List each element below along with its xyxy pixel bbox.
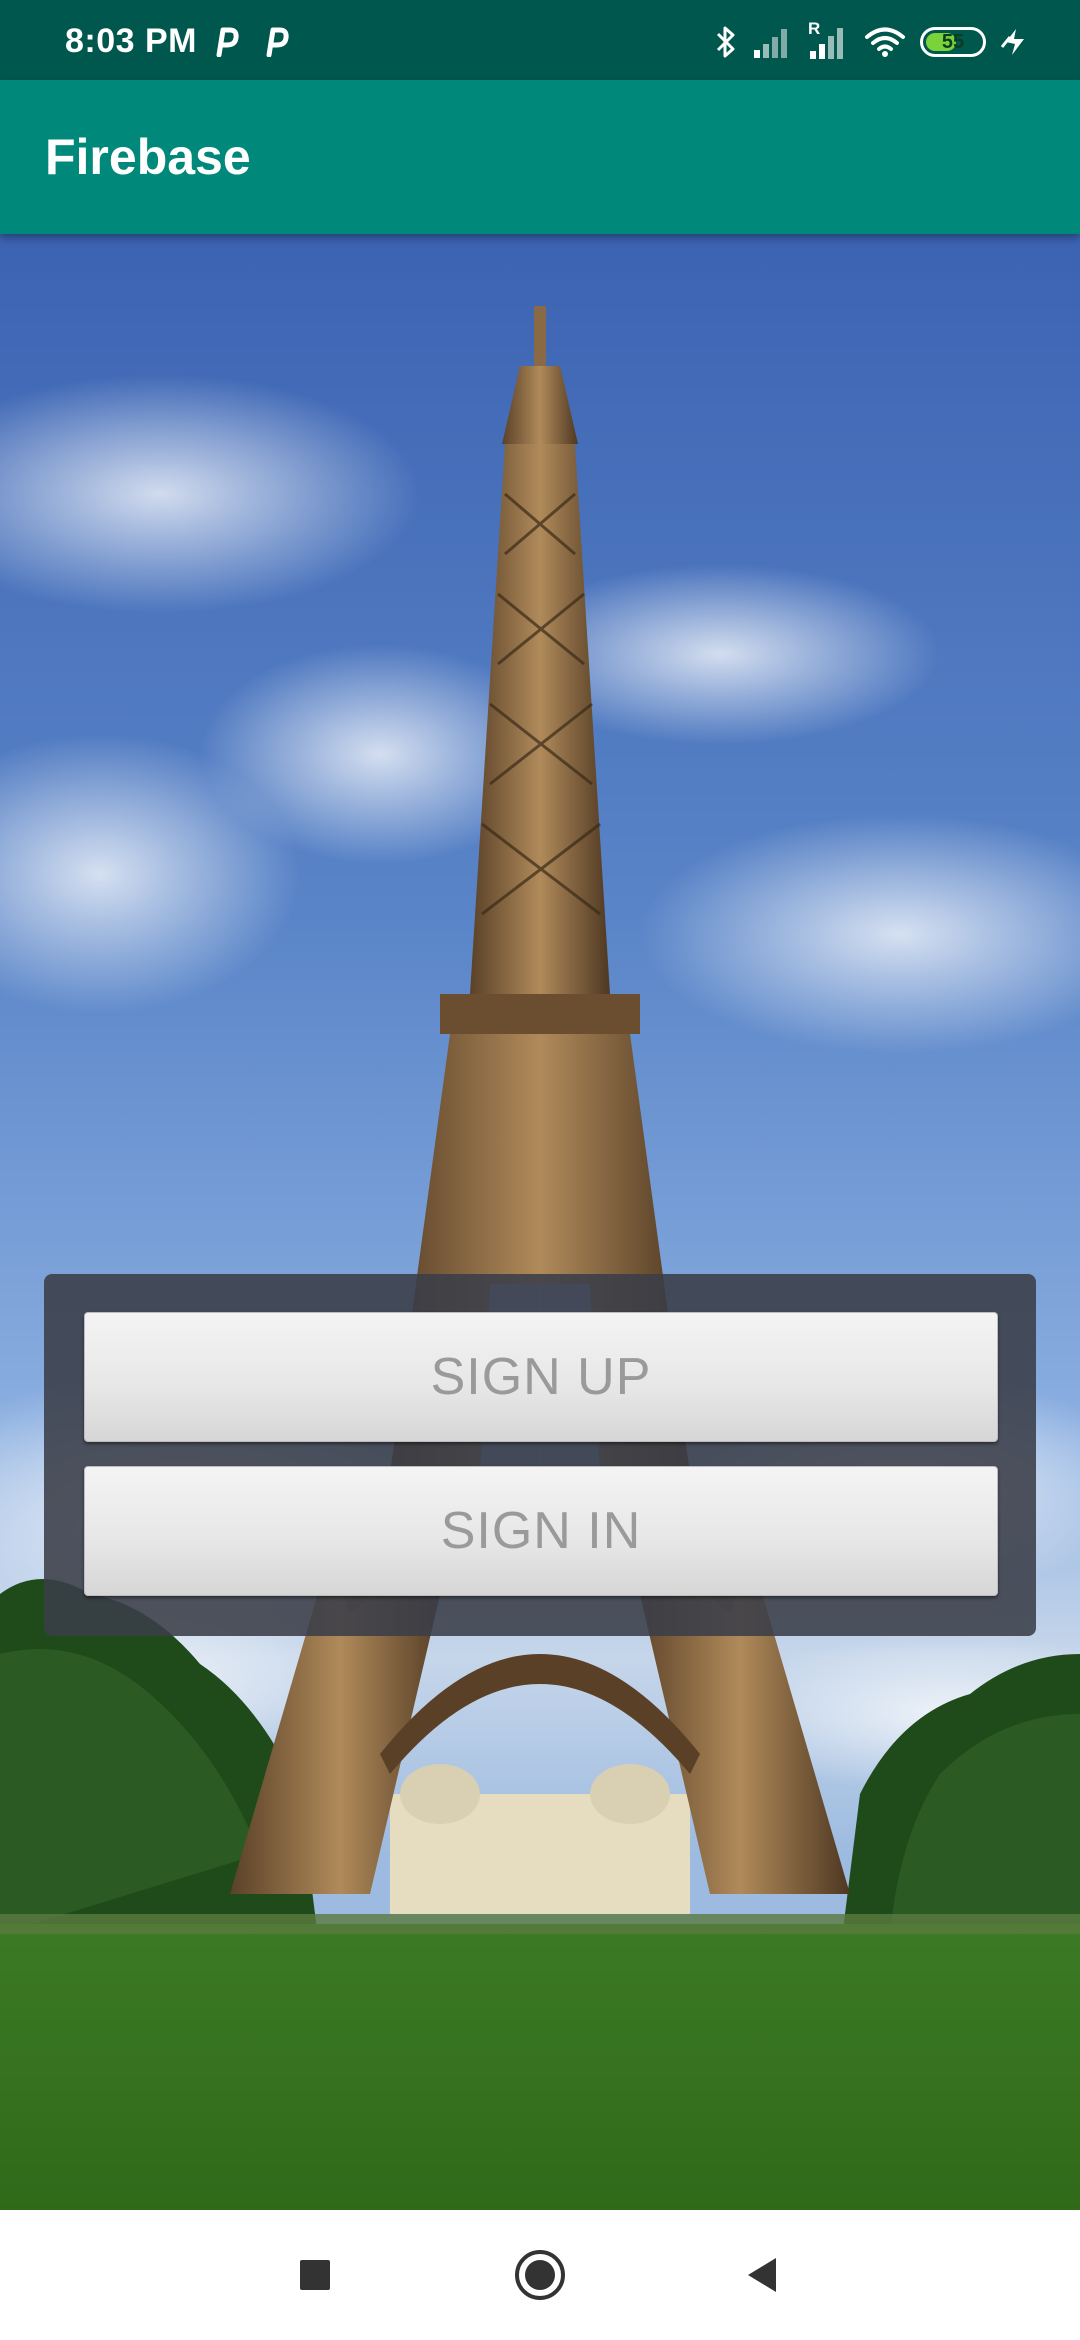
battery-icon: 55: [920, 27, 986, 57]
home-button[interactable]: [505, 2240, 575, 2310]
home-icon: [515, 2250, 565, 2300]
wifi-icon: [865, 27, 905, 57]
charging-icon: [1000, 29, 1024, 55]
status-time: 8:03 PM: [65, 22, 197, 60]
signal-roaming-icon: R: [808, 19, 850, 59]
sign-in-button[interactable]: SIGN IN: [84, 1466, 998, 1596]
app-bar: Firebase: [0, 80, 1080, 234]
main-content: SIGN UP SIGN IN: [0, 234, 1080, 2210]
back-icon: [748, 2258, 776, 2292]
auth-button-panel: SIGN UP SIGN IN: [44, 1274, 1036, 1636]
recent-apps-button[interactable]: [280, 2240, 350, 2310]
p-app-icon: [266, 27, 289, 57]
p-app-icon: [216, 27, 239, 57]
status-bar: 8:03 PM R 55: [0, 0, 1080, 80]
status-system-icons: R 55: [714, 19, 1030, 59]
back-button[interactable]: [727, 2240, 797, 2310]
bluetooth-icon: [716, 26, 735, 58]
navigation-bar: [0, 2210, 1080, 2340]
signal-icon: [754, 29, 787, 58]
battery-level: 55: [941, 30, 965, 53]
app-title: Firebase: [45, 129, 251, 185]
eiffel-tower-background-image: [0, 234, 1080, 2210]
recent-apps-icon: [300, 2260, 330, 2290]
sign-up-button[interactable]: SIGN UP: [84, 1312, 998, 1442]
